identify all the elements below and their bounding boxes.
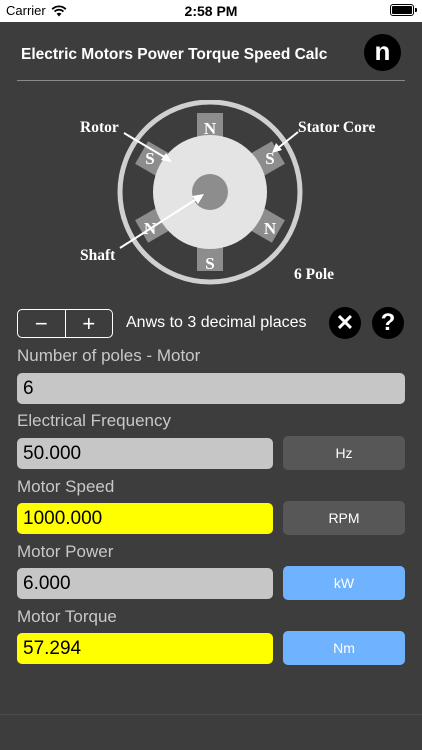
stator-label: Stator Core: [298, 119, 375, 136]
status-bar: Carrier 2:58 PM: [0, 0, 422, 22]
shaft: [192, 174, 228, 210]
speed-output: 1000.000: [17, 503, 273, 534]
speed-label: Motor Speed: [17, 477, 115, 496]
frequency-input[interactable]: 50.000: [17, 438, 273, 469]
status-right: [390, 4, 417, 16]
power-label: Motor Power: [17, 542, 114, 561]
torque-label: Motor Torque: [17, 607, 117, 626]
increase-decimals-button[interactable]: +: [64, 310, 113, 337]
poles-label: Number of poles - Motor: [17, 346, 201, 365]
app-header: Electric Motors Power Torque Speed Calc …: [0, 22, 422, 82]
decimals-info: Anws to 3 decimal places: [126, 314, 307, 331]
frequency-unit-button[interactable]: Hz: [283, 436, 405, 470]
logo-button[interactable]: n: [364, 34, 401, 71]
pole-count-label: 6 Pole: [294, 266, 334, 283]
battery-icon: [390, 4, 417, 16]
pole-label-bottom-right: N: [264, 219, 277, 238]
power-unit-button[interactable]: kW: [283, 566, 405, 600]
help-button[interactable]: ?: [372, 307, 404, 339]
torque-unit-button[interactable]: Nm: [283, 631, 405, 665]
header-divider: [17, 80, 405, 81]
pole-label-bottom: S: [205, 254, 214, 273]
frequency-label: Electrical Frequency: [17, 411, 172, 430]
close-icon: ✕: [335, 310, 355, 335]
decimal-stepper: − +: [17, 309, 113, 338]
rotor-label: Rotor: [80, 119, 119, 136]
clear-button[interactable]: ✕: [329, 307, 361, 339]
decrease-decimals-button[interactable]: −: [18, 310, 65, 337]
poles-input[interactable]: 6: [17, 373, 405, 404]
app-title: Electric Motors Power Torque Speed Calc: [21, 46, 328, 63]
status-time: 2:58 PM: [184, 3, 238, 19]
shaft-label: Shaft: [80, 247, 116, 264]
help-icon: ?: [380, 309, 396, 336]
motor-diagram: N S N S N S Rotor Stator Core Shaft 6 Po…: [80, 100, 375, 285]
torque-output: 57.294: [17, 633, 273, 664]
bottom-divider: [0, 714, 422, 715]
speed-unit-button[interactable]: RPM: [283, 501, 405, 535]
pole-label-top-left: S: [145, 149, 154, 168]
power-input[interactable]: 6.000: [17, 568, 273, 599]
